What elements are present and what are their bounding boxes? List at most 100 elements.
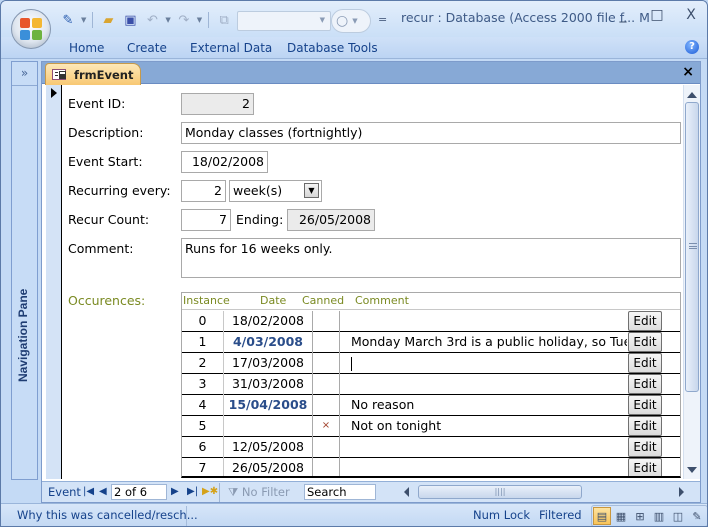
help-icon[interactable]: ? xyxy=(685,40,699,54)
redo-icon[interactable]: ↷ xyxy=(175,11,193,29)
maximize-button[interactable]: □ xyxy=(647,7,667,23)
filtered-indicator: Filtered xyxy=(539,508,582,522)
navigation-pane[interactable]: » Navigation Pane xyxy=(11,61,38,480)
date-cell[interactable]: 31/03/2008 xyxy=(225,374,311,395)
chevron-down-icon[interactable]: ▼ xyxy=(165,16,170,24)
recur-unit-combo[interactable]: week(s) ▼ xyxy=(229,180,322,202)
ending-field[interactable]: 26/05/2008 xyxy=(287,209,375,231)
scroll-thumb[interactable] xyxy=(685,102,699,392)
office-button[interactable] xyxy=(11,9,51,49)
undo-icon[interactable]: ↶ xyxy=(143,11,161,29)
nav-pane-toggle-button[interactable]: » xyxy=(12,62,37,86)
scroll-right-icon[interactable] xyxy=(679,487,684,497)
horizontal-scrollbar[interactable]: |||| xyxy=(404,485,684,499)
date-cell[interactable]: 12/05/2008 xyxy=(225,437,311,458)
instance-cell[interactable]: 2 xyxy=(182,353,224,374)
date-cell[interactable]: 18/02/2008 xyxy=(225,311,311,332)
customize-qat-icon[interactable]: = xyxy=(378,13,387,26)
design-icon[interactable]: ✎ xyxy=(59,11,77,29)
current-record-field[interactable]: 2 of 6 xyxy=(111,484,167,500)
first-record-button[interactable]: |◀ xyxy=(83,486,94,497)
instance-cell[interactable]: 3 xyxy=(182,374,224,395)
record-selector[interactable] xyxy=(46,85,62,479)
date-cell[interactable]: 4/03/2008 xyxy=(225,332,311,353)
edit-button[interactable]: Edit xyxy=(628,458,662,476)
pivottable-view-icon[interactable]: ⊞ xyxy=(631,507,649,525)
edit-button[interactable]: Edit xyxy=(628,311,662,331)
search-input[interactable]: Search xyxy=(304,484,376,500)
comment-cell[interactable]: No reason xyxy=(341,395,627,416)
open-folder-icon[interactable]: ▰ xyxy=(99,11,117,29)
date-cell[interactable]: 17/03/2008 xyxy=(225,353,311,374)
minimize-button[interactable]: _ xyxy=(613,7,633,23)
tab-frmEvent[interactable]: frmEvent xyxy=(45,63,141,85)
chevron-down-icon[interactable]: ▼ xyxy=(197,16,202,24)
instance-cell[interactable]: 7 xyxy=(182,458,224,476)
date-cell[interactable]: 15/04/2008 xyxy=(225,395,311,416)
previous-record-button[interactable]: ◀ xyxy=(99,486,107,497)
description-field[interactable]: Monday classes (fortnightly) xyxy=(181,122,681,144)
close-button[interactable]: X xyxy=(681,7,701,23)
canned-checkbox[interactable]: × xyxy=(312,416,340,437)
chevron-down-icon[interactable]: ▼ xyxy=(81,16,86,24)
canned-checkbox[interactable] xyxy=(312,395,340,416)
datasheet-view-icon[interactable]: ▦ xyxy=(612,507,630,525)
layout-view-icon[interactable]: ◫ xyxy=(669,507,687,525)
comment-cell[interactable]: Not on tonight xyxy=(341,416,627,437)
recur-count-field[interactable]: 7 xyxy=(181,209,231,231)
comment-cell[interactable] xyxy=(341,374,627,395)
canned-checkbox[interactable] xyxy=(312,374,340,395)
close-document-button[interactable]: × xyxy=(682,64,694,80)
canned-checkbox[interactable] xyxy=(312,353,340,374)
date-cell[interactable] xyxy=(225,416,311,437)
edit-button[interactable]: Edit xyxy=(628,374,662,394)
form-view-icon[interactable]: ▤ xyxy=(593,507,611,525)
scroll-down-icon[interactable] xyxy=(687,467,697,473)
object-icon[interactable]: ⧉ xyxy=(215,11,233,29)
new-record-button[interactable]: ▶✱ xyxy=(202,486,218,497)
next-record-button[interactable]: ▶ xyxy=(171,486,179,497)
instance-cell[interactable]: 5 xyxy=(182,416,224,437)
last-record-button[interactable]: ▶| xyxy=(187,486,198,497)
vertical-scrollbar[interactable] xyxy=(683,85,700,479)
no-filter-button[interactable]: ⧩ No Filter xyxy=(228,485,290,500)
comment-cell[interactable] xyxy=(341,458,627,476)
event-id-field[interactable]: 2 xyxy=(181,93,254,115)
canned-checkbox[interactable] xyxy=(312,458,340,476)
edit-button[interactable]: Edit xyxy=(628,437,662,457)
pivotchart-view-icon[interactable]: ▥ xyxy=(650,507,668,525)
canned-checkbox[interactable] xyxy=(312,311,340,332)
instance-cell[interactable]: 0 xyxy=(182,311,224,332)
tab-create[interactable]: Create xyxy=(127,41,167,55)
scroll-up-icon[interactable] xyxy=(687,92,697,98)
tab-home[interactable]: Home xyxy=(69,41,104,55)
object-combo[interactable]: ▼ xyxy=(237,11,331,31)
comment-cell[interactable] xyxy=(341,353,627,374)
canned-checkbox[interactable] xyxy=(312,437,340,458)
comment-cell[interactable] xyxy=(341,311,627,332)
canned-checkbox[interactable] xyxy=(312,332,340,353)
resize-grip-icon[interactable]: ∴ xyxy=(695,514,705,525)
tab-external-data[interactable]: External Data xyxy=(190,41,272,55)
instance-cell[interactable]: 1 xyxy=(182,332,224,353)
tab-database-tools[interactable]: Database Tools xyxy=(287,41,378,55)
edit-button[interactable]: Edit xyxy=(628,332,662,352)
search-button[interactable]: ○ ▼ xyxy=(331,9,371,33)
comment-cell[interactable]: Monday March 3rd is a public holiday, so… xyxy=(341,332,627,353)
save-icon[interactable]: ▣ xyxy=(121,11,139,29)
scroll-left-icon[interactable] xyxy=(404,487,409,497)
instance-cell[interactable]: 6 xyxy=(182,437,224,458)
chevron-down-icon: ▼ xyxy=(319,16,325,24)
event-start-field[interactable]: 18/02/2008 xyxy=(181,151,268,173)
edit-button[interactable]: Edit xyxy=(628,353,662,373)
chevron-down-icon[interactable]: ▼ xyxy=(304,183,319,198)
edit-button[interactable]: Edit xyxy=(628,395,662,415)
date-cell[interactable]: 26/05/2008 xyxy=(225,458,311,476)
nav-pane-label[interactable]: Navigation Pane xyxy=(16,289,30,382)
recurring-every-field[interactable]: 2 xyxy=(181,180,226,202)
scroll-thumb[interactable]: |||| xyxy=(418,485,582,499)
comment-field[interactable]: Runs for 16 weeks only. xyxy=(181,238,681,278)
instance-cell[interactable]: 4 xyxy=(182,395,224,416)
edit-button[interactable]: Edit xyxy=(628,416,662,436)
comment-cell[interactable] xyxy=(341,437,627,458)
